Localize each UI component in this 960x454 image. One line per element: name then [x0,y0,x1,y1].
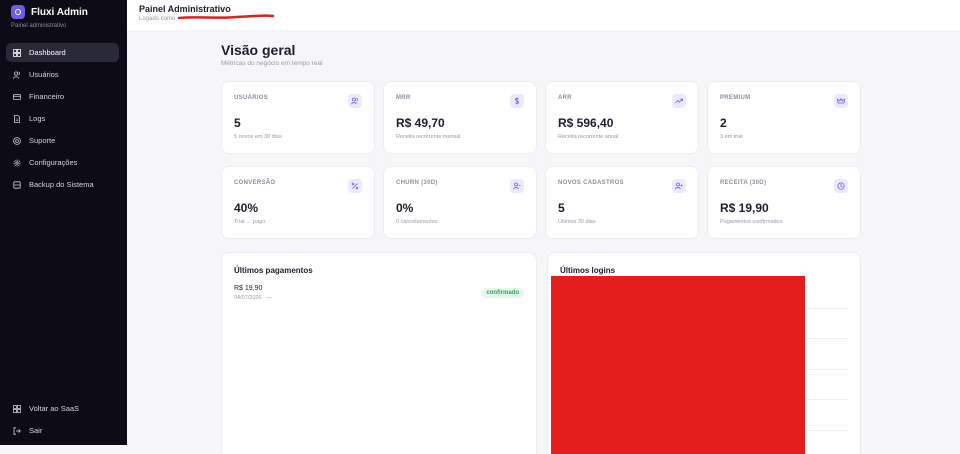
grid-icon [13,48,21,57]
sidebar: Fluxi Admin Painel administrativo Dashbo… [0,0,127,445]
divider [806,338,848,339]
metric-card-receita: RECEITA (30D) R$ 19,90 Pagamentos confir… [708,167,860,238]
database-icon [13,180,21,189]
metric-label: CHURN (30D) [396,180,438,186]
metric-card-arr: ARR R$ 596,40 Receita recorrente anual [546,82,698,153]
metric-sub: 5 novos em 30 dias [234,134,282,140]
lifebuoy-icon [13,136,21,145]
sidebar-item-label: Usuários [29,70,59,79]
metric-value: 2 [720,116,727,130]
sidebar-bottom-nav: Voltar ao SaaS Sair [6,399,119,443]
metric-sub: Últimos 30 dias [558,219,596,225]
page-subtitle: Métricas do negócio em tempo real [221,60,323,67]
sidebar-item-logs[interactable]: Logs [6,109,119,128]
metric-label: RECEITA (30D) [720,180,767,186]
app-name: Fluxi Admin [31,6,88,18]
redaction-block [551,276,805,454]
logout-icon [13,426,21,435]
sidebar-item-label: Suporte [29,136,56,145]
metric-sub: Receita recorrente mensal [396,134,461,140]
sidebar-item-backup[interactable]: Backup do Sistema [6,175,119,194]
dollar-icon [510,94,524,108]
divider [806,369,848,370]
page-title: Visão geral [221,42,296,58]
metric-value: R$ 49,70 [396,116,445,130]
metric-value: 0% [396,201,414,215]
redaction-scribble [177,14,275,20]
user-plus-icon [672,179,686,193]
user-minus-icon [510,179,524,193]
sidebar-item-label: Logs [29,114,46,123]
metric-card-mrr: MRR R$ 49,70 Receita recorrente mensal [384,82,536,153]
payment-date: 04/07/2026 · — [234,295,272,301]
metric-label: ARR [558,95,572,101]
sidebar-nav: Dashboard Usuários Financeiro Logs Supor… [6,43,119,197]
gear-icon [13,159,21,167]
metric-sub: Receita recorrente anual [558,134,619,140]
users-icon [348,94,362,108]
metric-card-premium: PREMIUM 2 3 em trial [708,82,860,153]
metric-sub: 3 em trial [720,134,743,140]
sidebar-item-voltar-saas[interactable]: Voltar ao SaaS [6,399,119,418]
sidebar-item-suporte[interactable]: Suporte [6,131,119,150]
metric-value: 5 [558,201,565,215]
logo-icon [11,5,25,19]
credit-card-icon [13,93,21,101]
metric-label: USUÁRIOS [234,95,269,101]
metric-value: R$ 596,40 [558,116,614,130]
metric-value: R$ 19,90 [720,201,769,215]
sidebar-item-configuracoes[interactable]: Configurações [6,153,119,172]
sidebar-item-label: Voltar ao SaaS [29,404,80,413]
metric-card-conversao: CONVERSÃO 40% Trial → pago [222,167,374,238]
metric-card-novos-cadastros: NOVOS CADASTROS 5 Últimos 30 dias [546,167,698,238]
metric-sub: Pagamentos confirmados [720,219,783,225]
app-subtitle: Painel administrativo [11,23,67,29]
metric-card-usuarios: USUÁRIOS 5 5 novos em 30 dias [222,82,374,153]
payment-amount: R$ 19,90 [234,285,263,292]
percent-icon [348,179,362,193]
clock-icon [834,179,848,193]
sidebar-item-label: Backup do Sistema [29,180,94,189]
sidebar-item-usuarios[interactable]: Usuários [6,65,119,84]
logged-as-label: Logado como [139,16,176,22]
sidebar-item-label: Configurações [29,158,78,167]
trending-up-icon [672,94,686,108]
payments-panel: Últimos pagamentos R$ 19,90 04/07/2026 ·… [222,253,536,454]
metric-label: MRR [396,95,411,101]
sidebar-item-dashboard[interactable]: Dashboard [6,43,119,62]
sidebar-item-financeiro[interactable]: Financeiro [6,87,119,106]
payments-title: Últimos pagamentos [234,266,313,275]
metric-card-churn: CHURN (30D) 0% 0 cancelamentos [384,167,536,238]
metric-sub: Trial → pago [234,219,266,225]
divider [806,399,848,400]
users-icon [13,70,21,79]
metric-label: NOVOS CADASTROS [558,180,624,186]
metric-value: 5 [234,116,241,130]
metric-label: CONVERSÃO [234,180,276,186]
file-icon [13,114,21,123]
metric-label: PREMIUM [720,95,751,101]
metric-value: 40% [234,201,259,215]
sidebar-item-sair[interactable]: Sair [6,421,119,440]
logins-title: Últimos logins [560,266,616,275]
metric-sub: 0 cancelamentos [396,219,438,225]
crown-icon [834,94,848,108]
divider [806,308,848,309]
sidebar-item-label: Sair [29,426,43,435]
sidebar-item-label: Financeiro [29,92,65,101]
grid-icon [13,404,21,413]
top-header: Painel Administrativo Logado como [127,0,960,30]
status-badge: confirmado [481,288,524,298]
brand[interactable]: Fluxi Admin [11,5,88,19]
divider [806,430,848,431]
sidebar-item-label: Dashboard [29,48,66,57]
